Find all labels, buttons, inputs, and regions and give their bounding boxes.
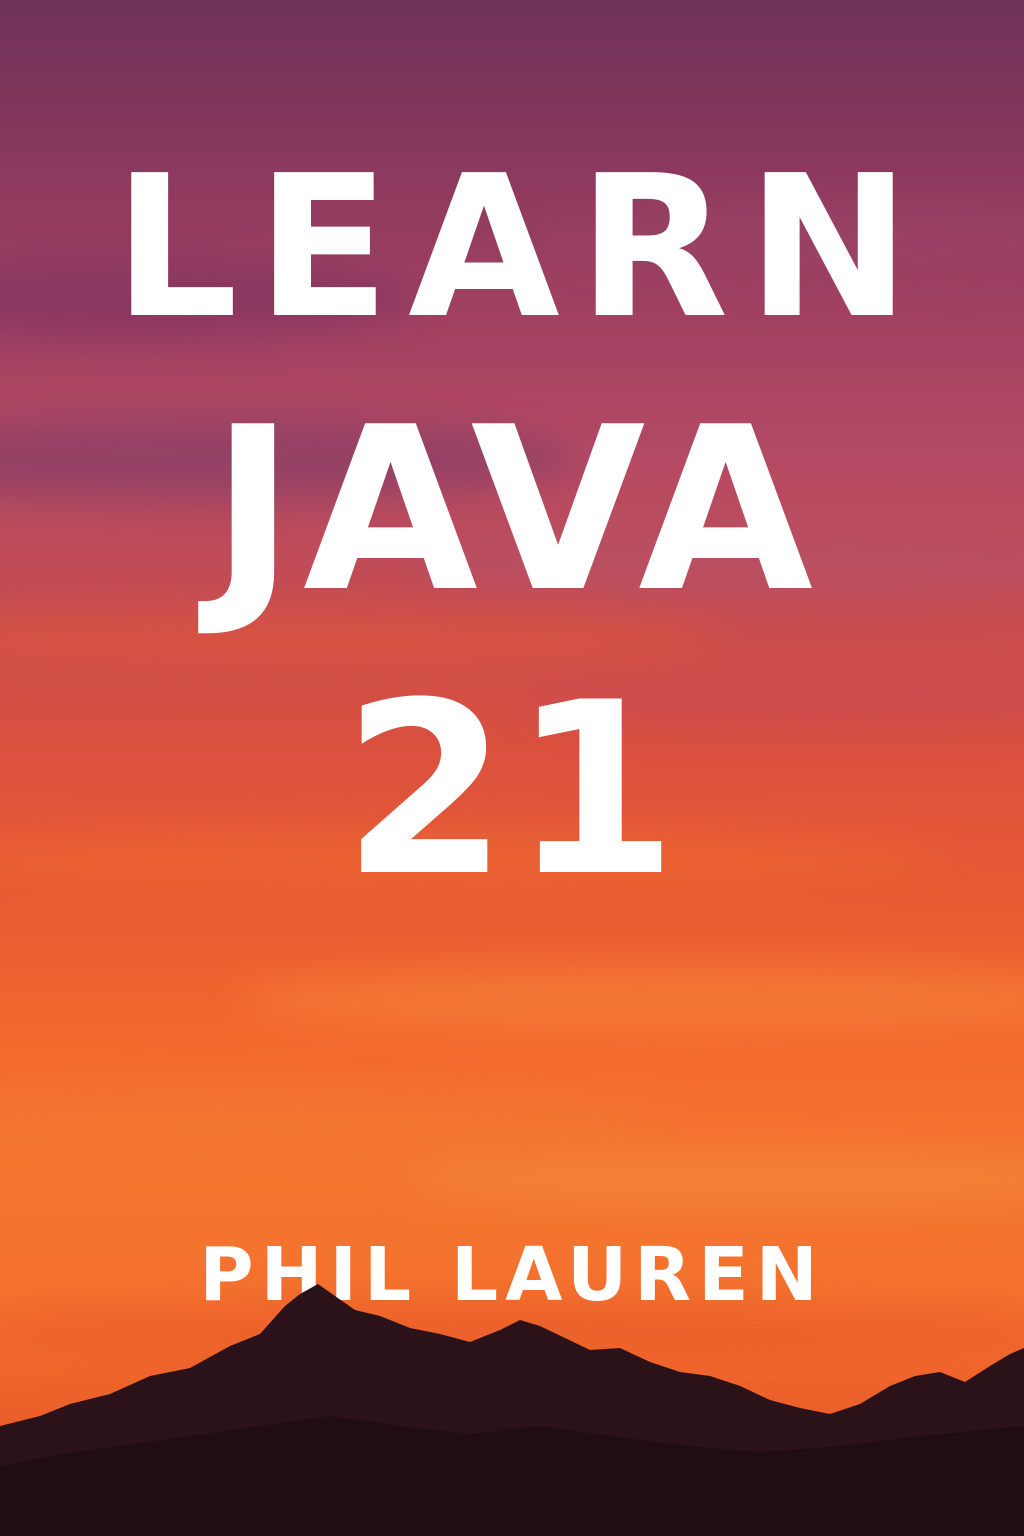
book-title: LEARN JAVA 21 xyxy=(0,150,1024,912)
mountain-silhouette xyxy=(0,1284,1024,1536)
title-word-java: JAVA xyxy=(210,379,822,642)
book-cover: LEARN JAVA 21 PHIL LAUREN xyxy=(0,0,1024,1536)
title-word-learn: LEARN xyxy=(113,134,929,362)
title-version-number: 21 xyxy=(342,652,682,929)
